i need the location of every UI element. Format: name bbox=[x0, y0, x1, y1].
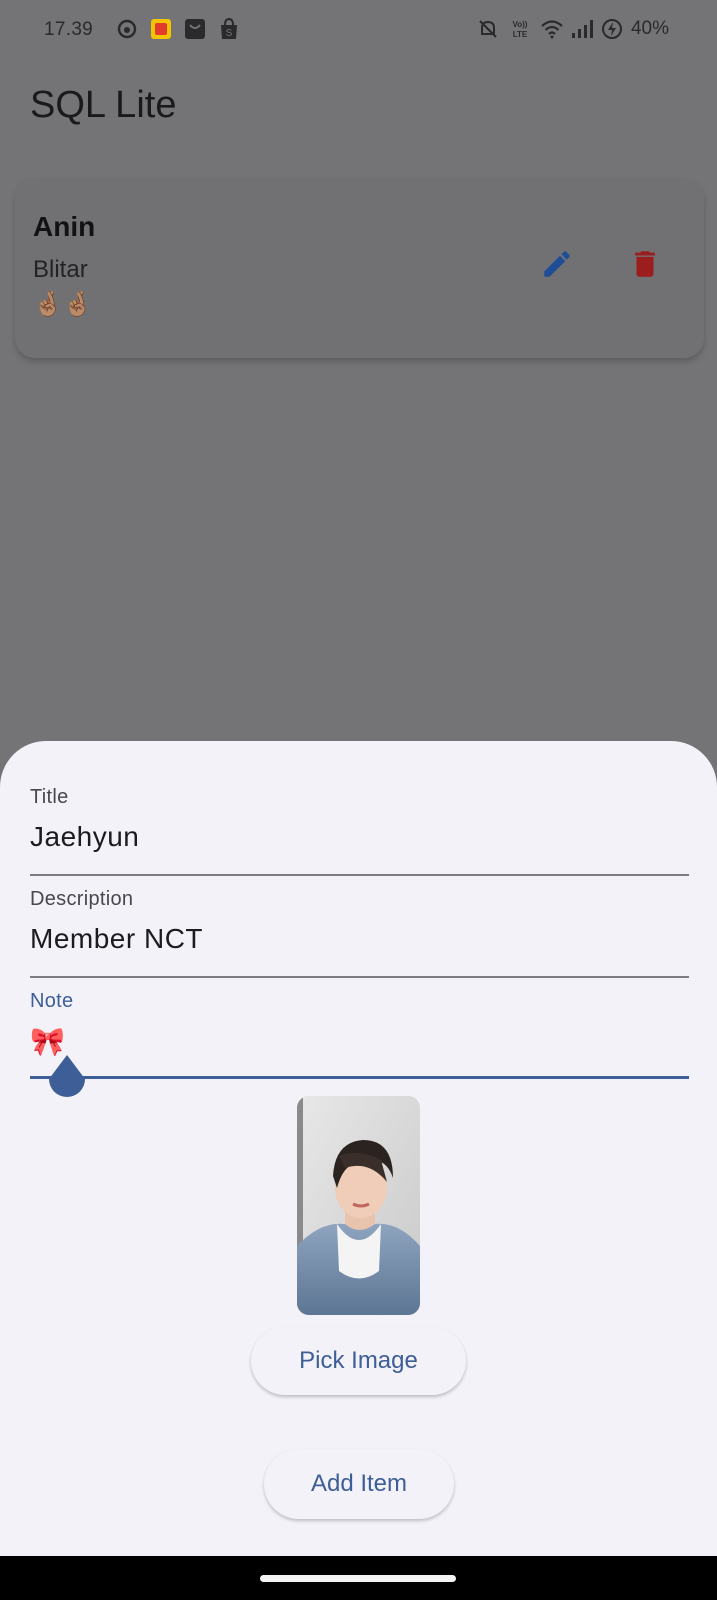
title-input[interactable]: Jaehyun bbox=[30, 821, 689, 853]
wifi-icon bbox=[541, 18, 563, 40]
mute-icon bbox=[477, 18, 499, 40]
trash-icon bbox=[628, 247, 662, 286]
status-time: 17.39 bbox=[44, 19, 94, 40]
item-description: Blitar bbox=[33, 256, 88, 283]
home-gesture-pill[interactable] bbox=[260, 1575, 456, 1582]
note-field[interactable]: Note 🎀 bbox=[30, 990, 689, 1079]
system-icons: Vo)) LTE 40% bbox=[477, 18, 669, 40]
note-field-label: Note bbox=[30, 990, 74, 1012]
navigation-bar bbox=[0, 1556, 717, 1600]
image-preview bbox=[297, 1096, 420, 1315]
description-underline bbox=[30, 976, 689, 978]
svg-text:Vo)): Vo)) bbox=[512, 20, 527, 29]
description-field[interactable]: Description Member NCT bbox=[30, 888, 689, 978]
note-underline bbox=[30, 1076, 689, 1079]
app-title: SQL Lite bbox=[30, 84, 177, 126]
pencil-icon bbox=[540, 247, 574, 286]
svg-text:LTE: LTE bbox=[513, 30, 528, 39]
title-field[interactable]: Title Jaehyun bbox=[30, 786, 689, 876]
edit-button[interactable] bbox=[533, 242, 581, 290]
note-input[interactable]: 🎀 bbox=[30, 1025, 689, 1058]
item-card[interactable]: Anin Blitar 🤞🏽🤞🏽 bbox=[15, 178, 704, 358]
volte-icon: Vo)) LTE bbox=[507, 18, 533, 40]
title-field-label: Title bbox=[30, 786, 69, 808]
item-note: 🤞🏽🤞🏽 bbox=[33, 291, 93, 318]
app-badge-icon bbox=[150, 18, 172, 40]
description-field-label: Description bbox=[30, 888, 134, 910]
portrait-photo bbox=[297, 1096, 420, 1315]
shopee-icon: S bbox=[218, 18, 240, 40]
description-input[interactable]: Member NCT bbox=[30, 923, 689, 955]
battery-percent: 40% bbox=[630, 18, 669, 39]
delete-button[interactable] bbox=[621, 242, 669, 290]
signal-icon bbox=[571, 18, 593, 40]
app-screen: 17.39 S Vo)) LTE 40% SQL Lite Anin Blita… bbox=[0, 0, 717, 1600]
pick-image-button[interactable]: Pick Image bbox=[251, 1327, 466, 1395]
text-cursor-handle[interactable] bbox=[47, 1055, 87, 1108]
charging-icon bbox=[601, 18, 623, 40]
item-title: Anin bbox=[33, 211, 96, 242]
notification-icons: S bbox=[116, 18, 240, 40]
status-bar: 17.39 S Vo)) LTE 40% bbox=[0, 0, 717, 60]
face-icon bbox=[116, 18, 138, 40]
title-underline bbox=[30, 874, 689, 876]
bag-icon bbox=[184, 18, 206, 40]
add-item-button[interactable]: Add Item bbox=[264, 1449, 454, 1519]
svg-text:S: S bbox=[226, 28, 233, 39]
